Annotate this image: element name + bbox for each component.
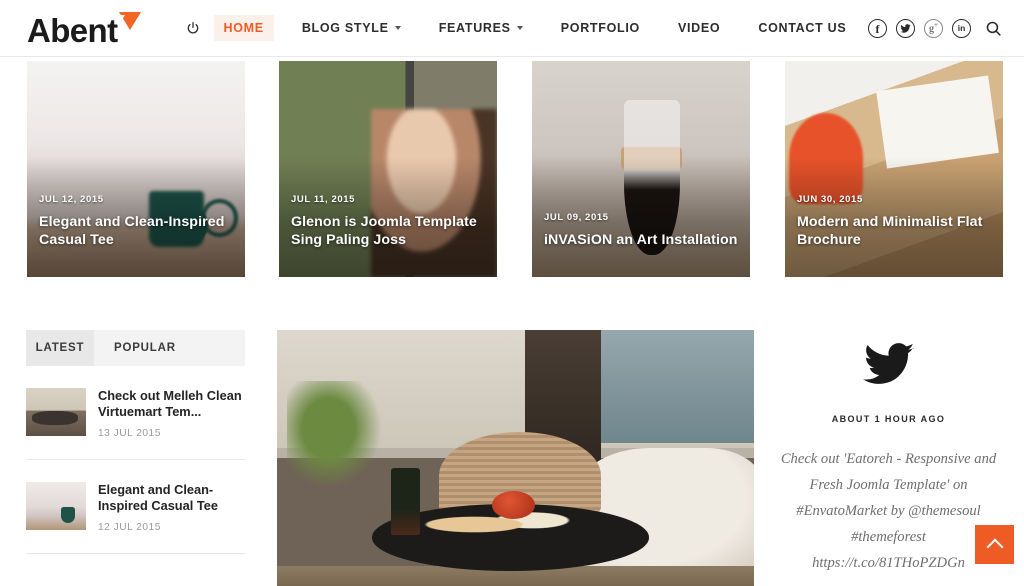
post-thumbnail (26, 482, 86, 530)
post-date: 12 JUL 2015 (98, 522, 161, 533)
tab-latest-label: LATEST (35, 342, 85, 354)
nav-item-features[interactable]: FEATURES (429, 15, 533, 41)
featured-card-date: JUL 09, 2015 (544, 212, 609, 223)
nav-item-contact-us[interactable]: CONTACT US (748, 15, 856, 41)
featured-card-title: Glenon is Joomla Template Sing Paling Jo… (291, 214, 477, 248)
logo-triangle-icon (110, 12, 141, 48)
nav-item-blog-style-label: BLOG STYLE (301, 21, 389, 35)
nav-item-home-label: HOME (223, 21, 264, 35)
tab-popular-label: POPULAR (114, 342, 176, 354)
site-header: Abent HOME BLOG STYLE FEATURES PORTFOLIO (0, 0, 1024, 57)
featured-card-caption: JUL 12, 2015 Elegant and Clean-Inspired … (39, 194, 233, 249)
featured-card-caption: JUL 09, 2015 iNVASiON an Art Installatio… (544, 212, 738, 249)
image-layer-bottle (391, 468, 421, 535)
chevron-down-icon (394, 25, 401, 30)
post-date: 13 JUL 2015 (98, 428, 161, 439)
twitter-bird-icon (779, 338, 998, 390)
social-links: f g+ in (859, 0, 1006, 57)
image-layer-tomato (491, 491, 535, 520)
nav-item-features-label: FEATURES (438, 21, 511, 35)
nav-item-portfolio-label: PORTFOLIO (560, 21, 640, 35)
post-text: Elegant and Clean-Inspired Casual Tee 12… (98, 482, 245, 533)
linkedin-icon[interactable]: in (952, 19, 971, 38)
featured-card-date: JUL 11, 2015 (291, 194, 356, 205)
nav-item-portfolio[interactable]: PORTFOLIO (551, 15, 650, 41)
image-layer-window (601, 330, 754, 443)
post-title: Check out Melleh Clean Virtuemart Tem... (98, 388, 242, 419)
featured-card[interactable]: JUL 09, 2015 iNVASiON an Art Installatio… (532, 61, 750, 277)
chevron-down-icon (516, 25, 523, 30)
latest-posts-widget: LATEST POPULAR Check out Melleh Clean Vi… (26, 330, 245, 554)
list-item[interactable]: Elegant and Clean-Inspired Casual Tee 12… (26, 460, 245, 554)
widget-tabs: LATEST POPULAR (26, 330, 245, 366)
search-icon[interactable] (985, 20, 1002, 37)
tweet-text[interactable]: Check out 'Eatoreh - Responsive and Fres… (779, 446, 998, 576)
featured-card[interactable]: JUN 30, 2015 Modern and Minimalist Flat … (785, 61, 1003, 277)
featured-card[interactable]: JUL 11, 2015 Glenon is Joomla Template S… (279, 61, 497, 277)
chevron-up-icon (986, 538, 1003, 555)
nav-item-blog-style[interactable]: BLOG STYLE (292, 15, 411, 41)
featured-card[interactable]: JUL 12, 2015 Elegant and Clean-Inspired … (27, 61, 245, 277)
tab-latest[interactable]: LATEST (26, 330, 94, 366)
post-title: Elegant and Clean-Inspired Casual Tee (98, 482, 218, 513)
featured-posts-row: JUL 12, 2015 Elegant and Clean-Inspired … (0, 58, 1024, 290)
featured-card-title: Elegant and Clean-Inspired Casual Tee (39, 214, 225, 248)
nav-item-video-label: VIDEO (677, 21, 721, 35)
nav-item-contact-us-label: CONTACT US (758, 21, 847, 35)
nav-item-home[interactable]: HOME (213, 15, 274, 41)
featured-card-caption: JUL 11, 2015 Glenon is Joomla Template S… (291, 194, 485, 249)
featured-card-caption: JUN 30, 2015 Modern and Minimalist Flat … (797, 194, 991, 249)
post-thumbnail (26, 388, 86, 436)
featured-card-date: JUL 12, 2015 (39, 194, 104, 205)
featured-card-date: JUN 30, 2015 (797, 194, 863, 205)
image-layer-plant (286, 381, 392, 499)
twitter-icon[interactable] (896, 19, 915, 38)
twitter-widget: ABOUT 1 HOUR AGO Check out 'Eatoreh - Re… (779, 330, 998, 576)
facebook-icon[interactable]: f (868, 19, 887, 38)
post-text: Check out Melleh Clean Virtuemart Tem...… (98, 388, 245, 439)
list-item[interactable]: Check out Melleh Clean Virtuemart Tem...… (26, 366, 245, 460)
logo-text: Abent (27, 12, 118, 49)
featured-card-title: Modern and Minimalist Flat Brochure (797, 214, 983, 248)
site-logo[interactable]: Abent (27, 8, 141, 48)
google-plus-icon[interactable]: g+ (924, 19, 943, 38)
featured-card-title: iNVASiON an Art Installation (544, 232, 738, 248)
nav-item-video[interactable]: VIDEO (668, 15, 730, 41)
main-feature-image[interactable] (277, 330, 754, 586)
power-icon[interactable] (182, 15, 204, 41)
tab-popular[interactable]: POPULAR (94, 330, 245, 366)
main-navigation: HOME BLOG STYLE FEATURES PORTFOLIO VIDEO… (182, 0, 875, 57)
tweet-timestamp: ABOUT 1 HOUR AGO (831, 414, 946, 424)
scroll-to-top-button[interactable] (975, 525, 1014, 564)
